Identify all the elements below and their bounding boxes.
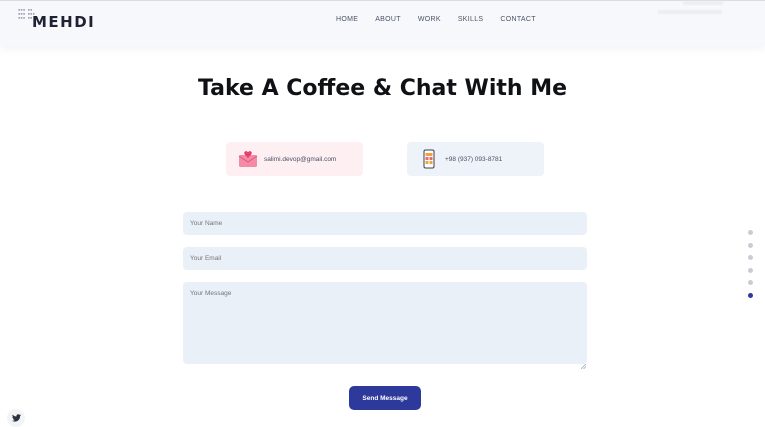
- send-message-button[interactable]: Send Message: [349, 386, 421, 410]
- section-dot[interactable]: [748, 267, 753, 273]
- phone-card[interactable]: +98 (937) 093-8781: [407, 142, 544, 176]
- nav-link-contact[interactable]: CONTACT: [500, 16, 535, 23]
- section-dot[interactable]: [748, 230, 753, 235]
- section-dot-active[interactable]: [748, 292, 753, 298]
- site-logo[interactable]: MEHDI: [32, 13, 95, 31]
- section-dot[interactable]: [748, 242, 753, 248]
- twitter-link[interactable]: [7, 409, 25, 427]
- nav-link-about[interactable]: ABOUT: [375, 16, 401, 23]
- section-dots-nav: [748, 230, 753, 305]
- name-input[interactable]: [183, 212, 587, 235]
- phone-number[interactable]: +98 (937) 093-8781: [445, 156, 502, 163]
- main-nav: HOME ABOUT WORK SKILLS CONTACT: [336, 16, 553, 23]
- nav-link-skills[interactable]: SKILLS: [458, 16, 484, 23]
- site-header: ▪▪▪ ▪▪ ▪▪▪ ▪▪▪ ▪▪▪ ▪▪ MEHDI HOME ABOUT W…: [0, 0, 765, 46]
- smartphone-icon: [419, 149, 439, 169]
- message-textarea[interactable]: [183, 282, 587, 364]
- envelope-heart-icon: [238, 149, 258, 169]
- nav-link-home[interactable]: HOME: [336, 16, 358, 23]
- nav-link-work[interactable]: WORK: [418, 16, 441, 23]
- decorative-blur: [683, 1, 723, 5]
- page-title: Take A Coffee & Chat With Me: [197, 76, 568, 101]
- decorative-blur: [658, 10, 722, 14]
- email-address[interactable]: salimi.devop@gmail.com: [264, 156, 336, 163]
- section-dot[interactable]: [748, 280, 753, 285]
- resize-grip-icon[interactable]: [580, 356, 587, 370]
- section-dot[interactable]: [748, 255, 753, 260]
- twitter-icon: [11, 409, 21, 427]
- email-card[interactable]: salimi.devop@gmail.com: [226, 142, 363, 176]
- email-input[interactable]: [183, 247, 587, 270]
